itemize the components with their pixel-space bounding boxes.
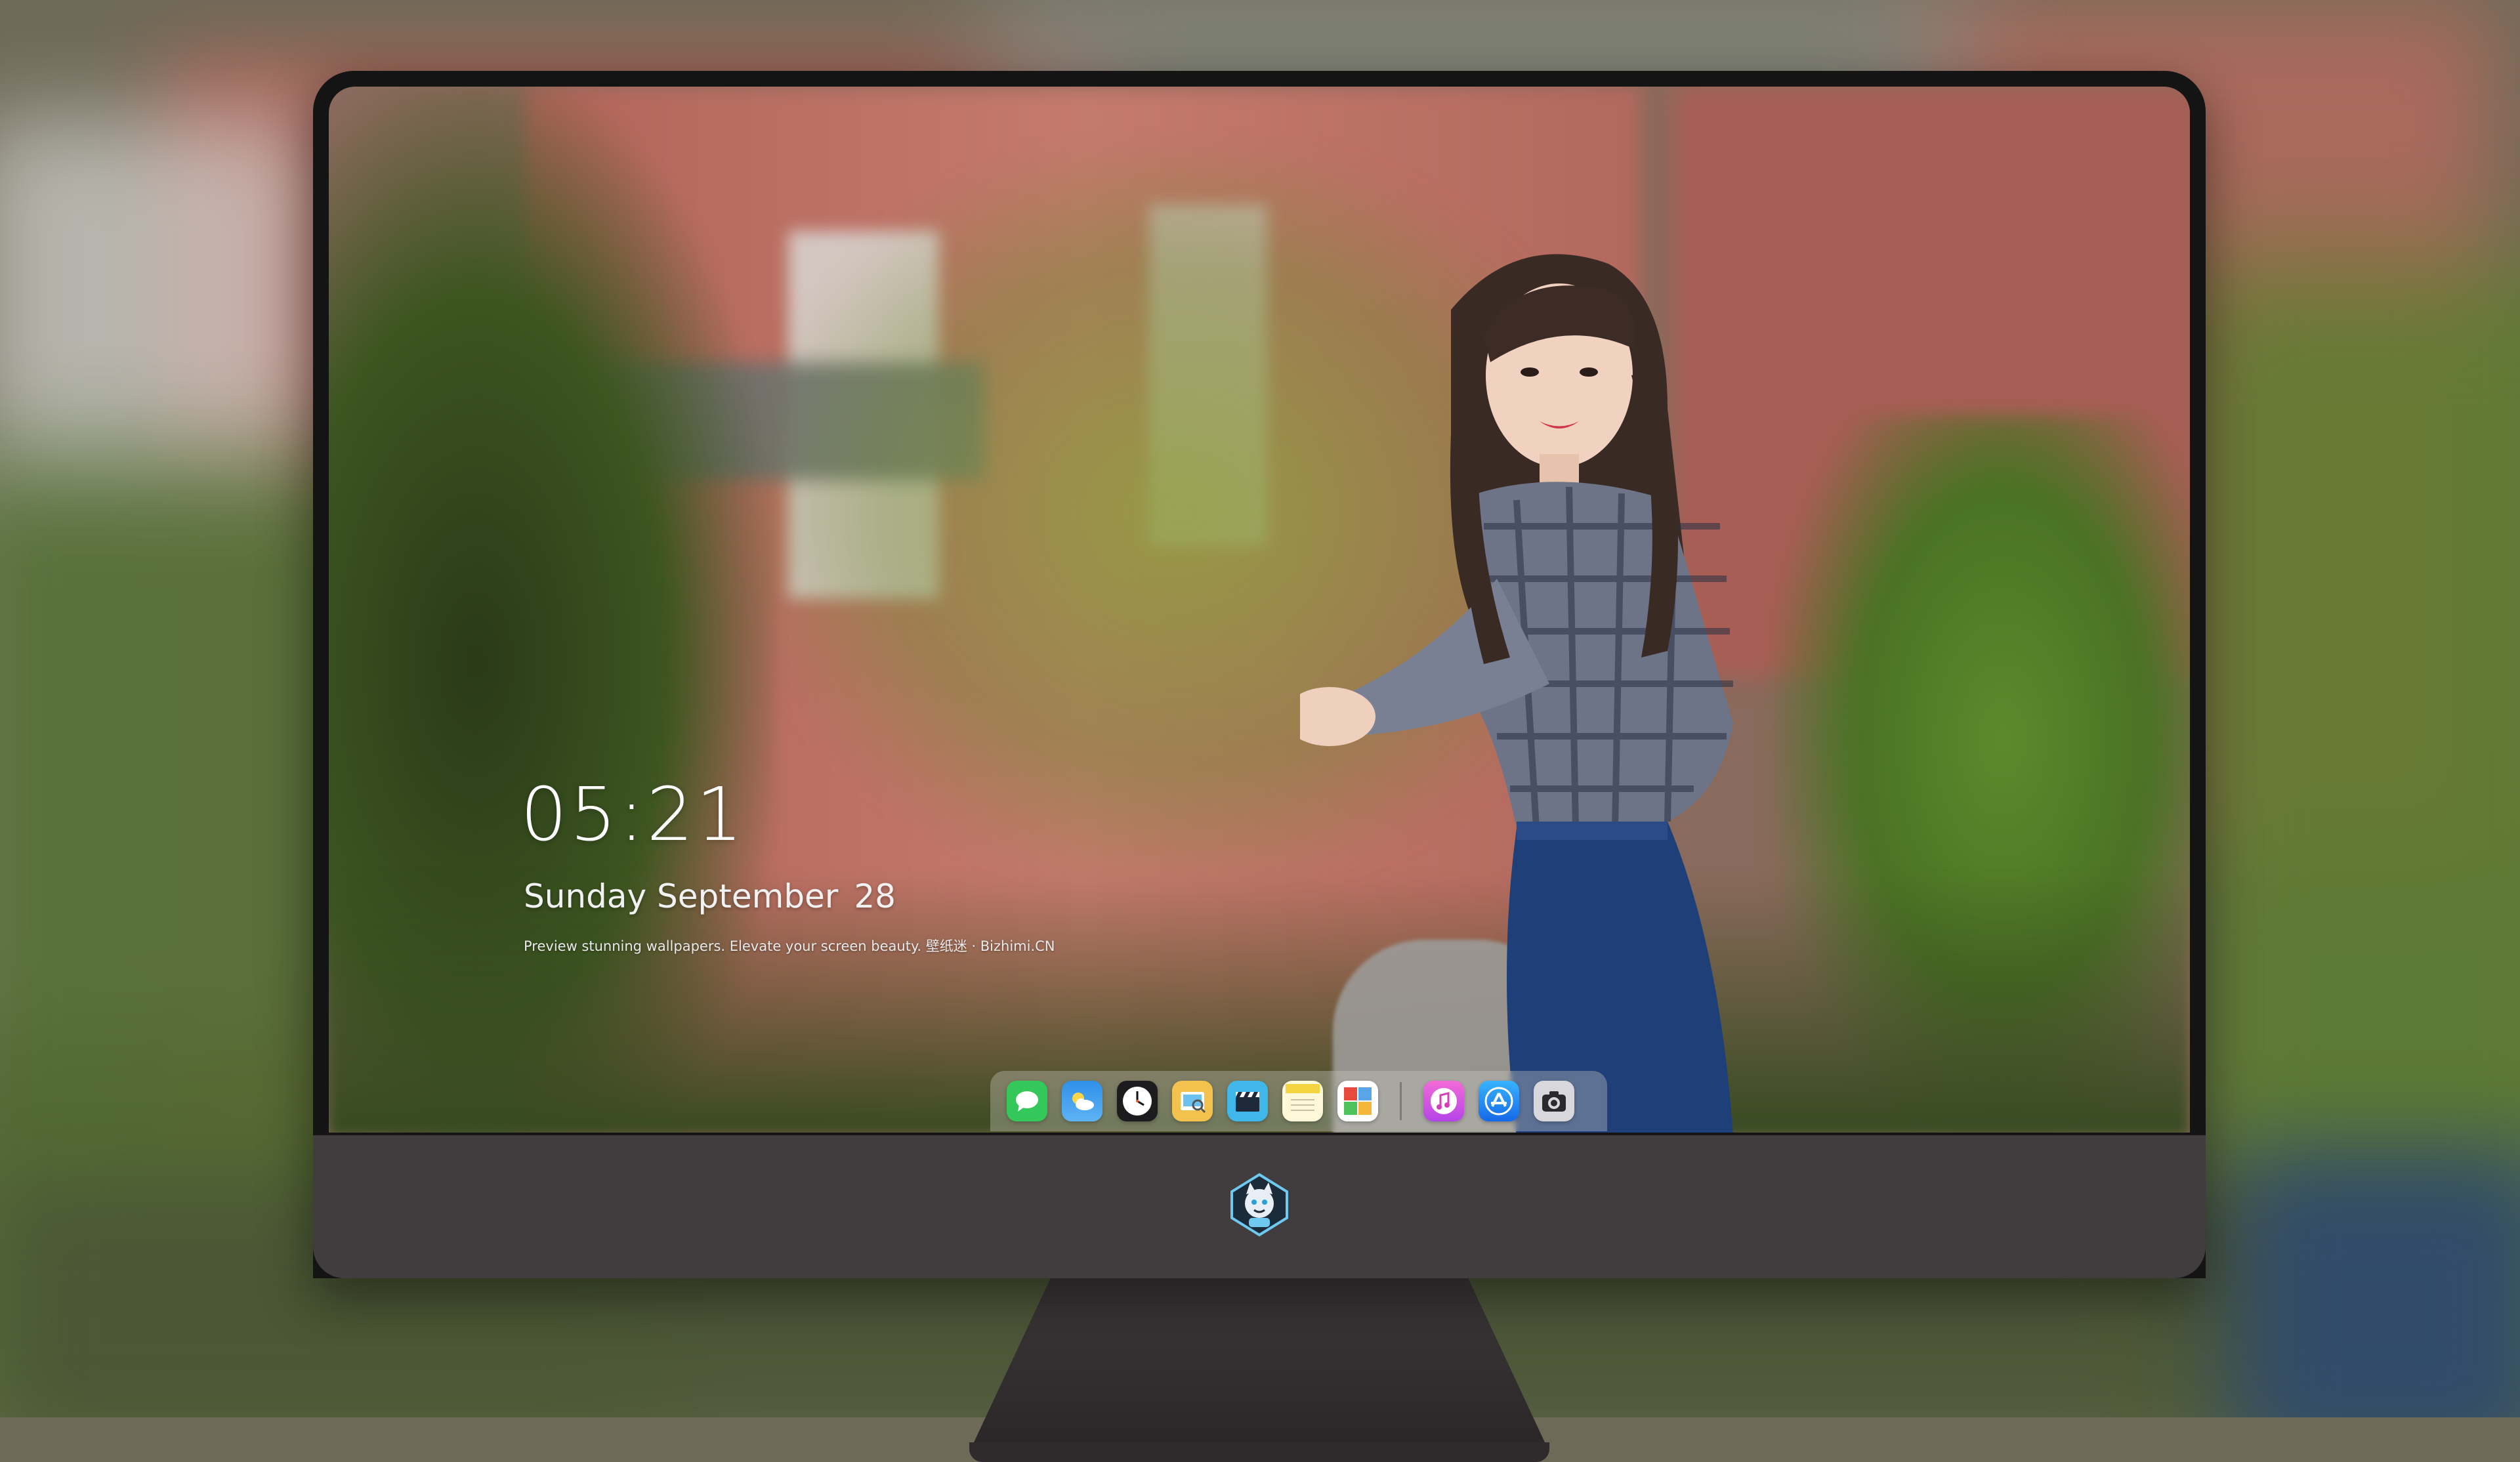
preview-icon[interactable] [1172,1081,1213,1121]
wallpaper-tagline: Preview stunning wallpapers. Elevate you… [524,938,1055,954]
lock-screen-date: Sunday September 28 [524,877,896,915]
music-icon[interactable] [1423,1081,1464,1121]
dock-divider [1400,1082,1402,1120]
lock-screen-time: 05:21 [520,772,746,858]
video-clapper-icon[interactable] [1227,1081,1268,1121]
photo-booth-icon[interactable] [1337,1081,1378,1121]
monitor: 05:21 Sunday September 28 Preview stunnin… [313,71,2206,1462]
lock-screen: 05:21 Sunday September 28 Preview stunnin… [329,87,2190,1133]
date-day: 28 [854,877,896,915]
camera-icon[interactable] [1534,1081,1574,1121]
clock-icon[interactable] [1117,1081,1158,1121]
app-store-icon[interactable] [1479,1081,1519,1121]
monitor-stand [969,1278,1549,1452]
monitor-stand-foot [969,1442,1549,1462]
date-month: September [657,877,839,915]
wallpaper-person [1300,254,1733,1133]
weather-icon[interactable] [1062,1081,1102,1121]
notes-icon[interactable] [1282,1081,1323,1121]
date-weekday: Sunday [524,877,647,915]
messages-icon[interactable] [1007,1081,1047,1121]
dock [990,1071,1607,1131]
mascot-logo-icon [1230,1173,1288,1237]
